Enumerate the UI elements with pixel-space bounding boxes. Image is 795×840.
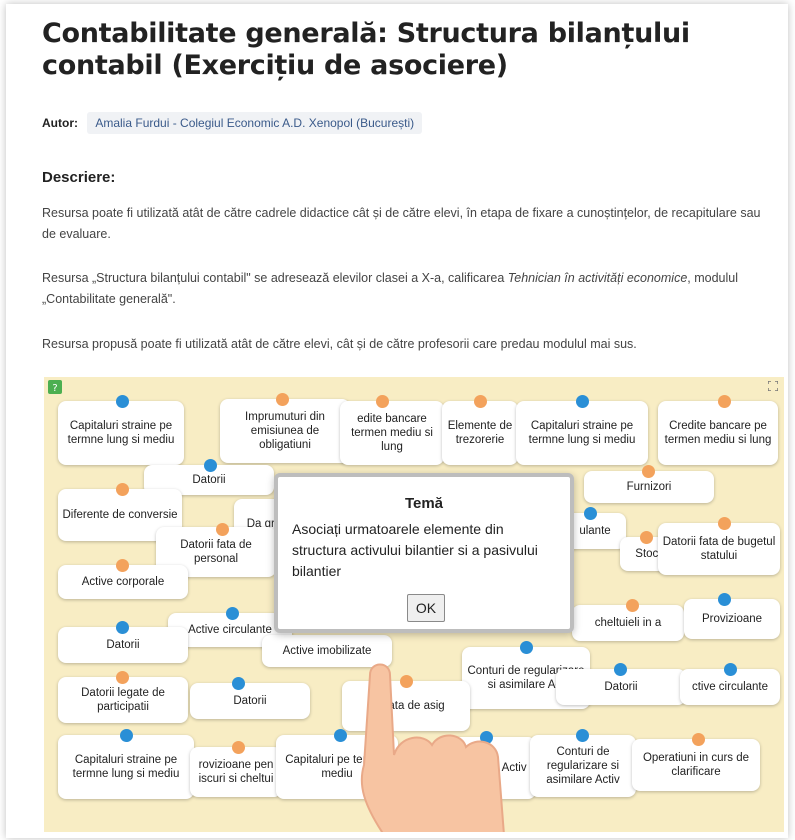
ok-button[interactable]: OK xyxy=(407,594,445,622)
matching-game-area[interactable]: ? Capitaluri straine pe termne lung si m… xyxy=(44,377,784,832)
match-card[interactable]: Conturi de regularizare si asimilare Act… xyxy=(530,735,636,797)
match-card[interactable]: Capitaluri straine pe termne lung si med… xyxy=(58,401,184,465)
connector-dot[interactable] xyxy=(614,663,627,676)
connector-dot[interactable] xyxy=(120,729,133,742)
connector-dot[interactable] xyxy=(376,395,389,408)
connector-dot[interactable] xyxy=(216,523,229,536)
connector-dot[interactable] xyxy=(640,531,653,544)
match-card[interactable]: Capitaluri straine pe termne lung si med… xyxy=(58,735,194,799)
connector-dot[interactable] xyxy=(226,607,239,620)
connector-dot[interactable] xyxy=(116,483,129,496)
connector-dot[interactable] xyxy=(718,593,731,606)
match-card[interactable]: rovizioane pen iscuri si cheltui xyxy=(190,747,282,797)
fullscreen-icon[interactable] xyxy=(768,381,778,391)
connector-dot[interactable] xyxy=(232,677,245,690)
match-card[interactable]: Credite bancare pe termen mediu si lung xyxy=(658,401,778,465)
connector-dot[interactable] xyxy=(692,733,705,746)
connector-dot[interactable] xyxy=(576,729,589,742)
connector-dot[interactable] xyxy=(576,395,589,408)
author-tag[interactable]: Amalia Furdui - Colegiul Economic A.D. X… xyxy=(87,112,423,134)
description-paragraph-2: Resursa „Structura bilanțului contabil" … xyxy=(42,268,772,310)
modal-text: Asociați urmatoarele elemente din struct… xyxy=(292,521,538,579)
connector-dot[interactable] xyxy=(718,517,731,530)
match-card[interactable]: Elemente de trezorerie xyxy=(442,401,518,465)
connector-dot[interactable] xyxy=(626,599,639,612)
connector-dot[interactable] xyxy=(642,465,655,478)
connector-dot[interactable] xyxy=(116,671,129,684)
connector-dot[interactable] xyxy=(232,741,245,754)
connector-dot[interactable] xyxy=(724,663,737,676)
svg-text:?: ? xyxy=(52,383,57,394)
connector-dot[interactable] xyxy=(474,395,487,408)
match-card[interactable]: edite bancare termen mediu si lung xyxy=(340,401,444,465)
match-card[interactable]: Operatiuni in curs de clarificare xyxy=(632,739,760,791)
connector-dot[interactable] xyxy=(116,621,129,634)
connector-dot[interactable] xyxy=(116,395,129,408)
pointing-hand-icon xyxy=(360,663,505,832)
p2-italic: Tehnician în activități economice xyxy=(507,271,688,285)
match-card[interactable]: Datorii fata de bugetul statului xyxy=(658,523,780,575)
match-card[interactable]: Datorii xyxy=(190,683,310,719)
connector-dot[interactable] xyxy=(584,507,597,520)
page-title: Contabilitate generală: Structura bilanț… xyxy=(42,18,690,81)
connector-dot[interactable] xyxy=(116,559,129,572)
author-line: Autor: Amalia Furdui - Colegiul Economic… xyxy=(42,112,423,134)
modal-title: Temă xyxy=(404,495,444,512)
connector-dot[interactable] xyxy=(718,395,731,408)
p2-text-a: Resursa „Structura bilanțului contabil" … xyxy=(42,271,508,285)
description-paragraph-3: Resursa propusă poate fi utilizată atât … xyxy=(42,337,637,351)
author-label: Autor: xyxy=(42,116,78,130)
resource-page: Contabilitate generală: Structura bilanț… xyxy=(6,4,788,838)
match-card[interactable]: Provizioane xyxy=(684,599,780,639)
connector-dot[interactable] xyxy=(204,459,217,472)
help-icon[interactable]: ? xyxy=(48,380,62,394)
match-card[interactable]: Imprumuturi din emisiunea de obligatiuni xyxy=(220,399,350,463)
description-heading: Descriere: xyxy=(42,169,116,186)
task-modal: Temă Asociați urmatoarele elemente din s… xyxy=(274,473,574,633)
connector-dot[interactable] xyxy=(276,393,289,406)
description-paragraph-1: Resursa poate fi utilizată atât de către… xyxy=(42,206,761,241)
match-card[interactable]: Capitaluri straine pe termne lung si med… xyxy=(516,401,648,465)
